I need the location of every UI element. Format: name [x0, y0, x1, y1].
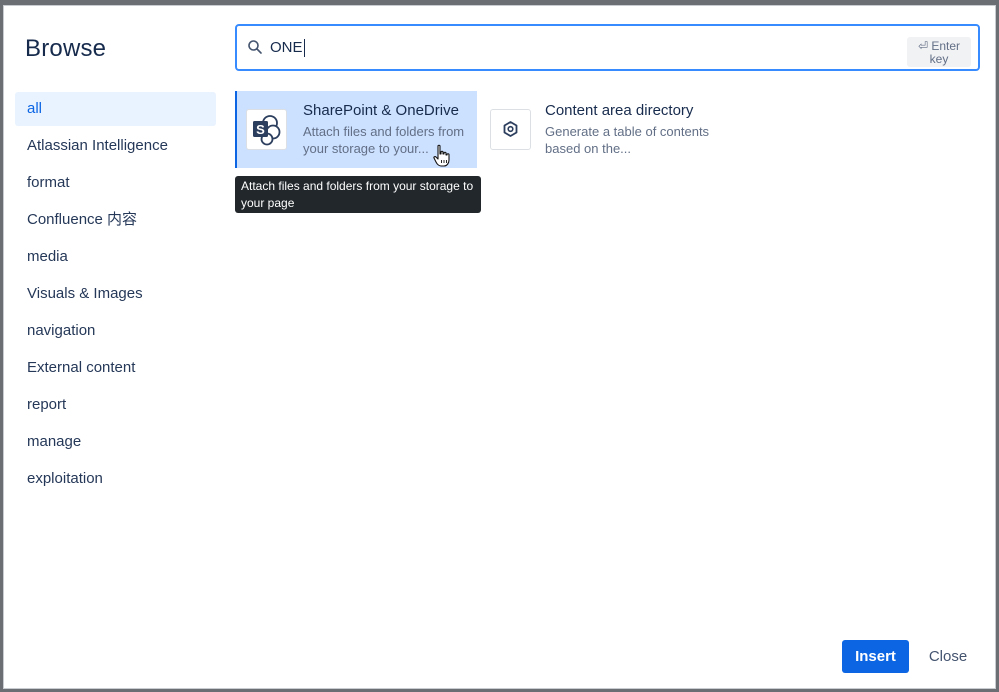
text-caret: [303, 39, 305, 58]
enter-key-hint-line2: key: [929, 52, 949, 66]
dialog-title: Browse: [25, 35, 107, 62]
insert-button[interactable]: Insert: [842, 640, 909, 673]
sharepoint-icon: S: [246, 109, 287, 150]
sidebar-item-exploitation[interactable]: exploitation: [15, 462, 216, 496]
enter-key-hint: ⏎ Enter key: [907, 37, 971, 67]
sidebar-item-external-content[interactable]: External content: [15, 351, 216, 385]
sidebar-item-all[interactable]: all: [15, 92, 216, 126]
search-icon: [247, 39, 263, 55]
sidebar-item-manage[interactable]: manage: [15, 425, 216, 459]
tooltip: Attach files and folders from your stora…: [235, 176, 481, 213]
close-button[interactable]: Close: [922, 640, 974, 673]
browse-dialog: Browse all Atlassian Intelligence format…: [3, 5, 996, 689]
result-card-description: Generate a table of contents based on th…: [545, 124, 710, 156]
category-sidebar: all Atlassian Intelligence format Conflu…: [15, 92, 216, 499]
sidebar-item-media[interactable]: media: [15, 240, 216, 274]
hexagon-icon: [490, 109, 531, 150]
sidebar-item-report[interactable]: report: [15, 388, 216, 422]
result-card-title: SharePoint & OneDrive: [303, 102, 459, 119]
result-card-title: Content area directory: [545, 102, 694, 119]
sidebar-item-navigation[interactable]: navigation: [15, 314, 216, 348]
hand-pointer-cursor-icon: [432, 144, 452, 168]
search-input[interactable]: ONE ⏎ Enter key: [235, 24, 980, 71]
sidebar-item-format[interactable]: format: [15, 166, 216, 200]
sidebar-item-confluence-content[interactable]: Confluence 内容: [15, 203, 216, 237]
search-input-text[interactable]: ONE: [270, 37, 305, 59]
result-card-content-area-directory[interactable]: Content area directory Generate a table …: [479, 91, 721, 168]
search-query: ONE: [270, 39, 303, 56]
sidebar-item-visuals-images[interactable]: Visuals & Images: [15, 277, 216, 311]
svg-text:S: S: [256, 122, 265, 137]
sidebar-item-atlassian-intelligence[interactable]: Atlassian Intelligence: [15, 129, 216, 163]
